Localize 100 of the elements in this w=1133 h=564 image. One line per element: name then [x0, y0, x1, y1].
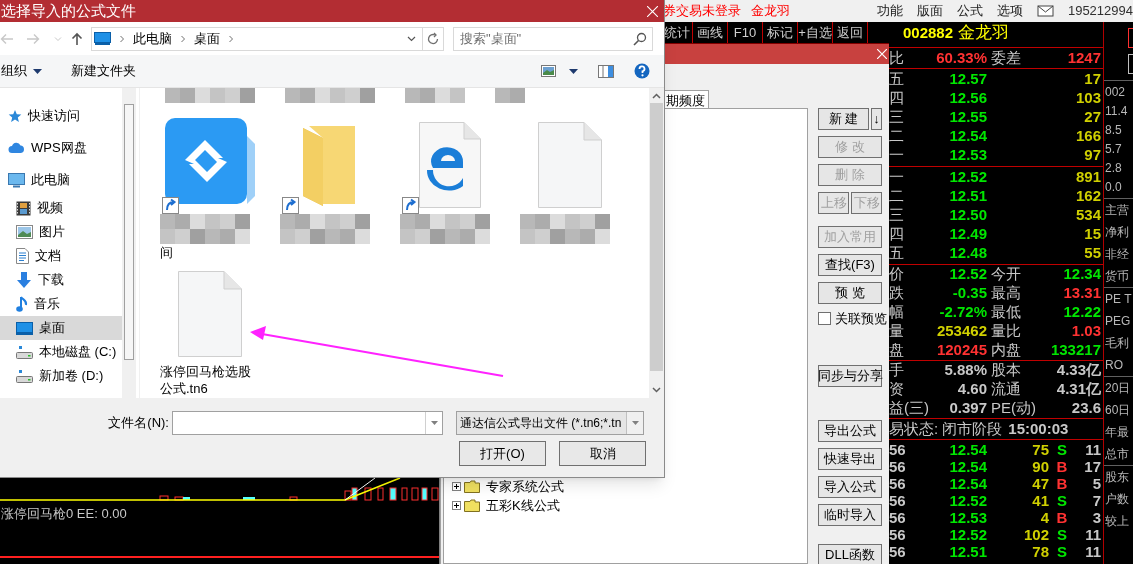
refresh-icon[interactable] [426, 31, 440, 46]
organize-button[interactable]: 组织 [0, 61, 42, 81]
nav-item[interactable]: 文档 [0, 244, 122, 268]
side-info-text: 户数 [1104, 491, 1130, 507]
side-info-text: 0.0 [1104, 179, 1123, 195]
file-type-dropdown[interactable]: 通达信公式导出文件 (*.tn6;*.tn [456, 411, 644, 435]
close-icon[interactable] [647, 5, 658, 17]
search-field[interactable]: 搜索"桌面" [453, 26, 653, 51]
menu-item[interactable]: 版面 [916, 1, 943, 21]
scrollbar-thumb[interactable] [124, 104, 134, 360]
volume-value: 103 [1075, 88, 1102, 109]
formula-button[interactable]: 预 览 [818, 282, 882, 304]
menu-item[interactable]: 功能 [876, 1, 903, 21]
toolbar-button[interactable]: 返回 [833, 22, 868, 43]
file-icon[interactable] [419, 122, 481, 208]
mail-icon[interactable] [1036, 5, 1054, 17]
volume-value: 27 [1084, 107, 1102, 128]
market-time: 15:00:03 [1008, 418, 1069, 439]
scrollbar[interactable] [649, 88, 664, 398]
dialog-button[interactable]: 取消 [559, 441, 646, 466]
tree-item[interactable]: 专家系统公式 [452, 477, 807, 496]
nav-item[interactable]: 此电脑 [0, 164, 122, 196]
nav-item[interactable]: 音乐 [0, 292, 122, 316]
volume-value: 15 [1084, 224, 1102, 245]
quote-label: 量比 [991, 321, 1021, 342]
quote-label: 流通 [991, 379, 1021, 400]
toolbar-button[interactable]: +自选 [798, 22, 833, 43]
side-info-text: 主营 [1104, 202, 1130, 218]
view-icon[interactable] [541, 65, 556, 77]
scrollbar-thumb[interactable] [650, 103, 663, 371]
quote-label: 三 [889, 205, 904, 226]
quote-label: 跌 [889, 283, 904, 304]
help-icon[interactable] [634, 63, 650, 79]
menu-item[interactable]: 公式 [956, 1, 983, 21]
close-icon[interactable] [877, 49, 887, 59]
account-number: 195212994 [1067, 2, 1133, 21]
quote-value: 0.397 [949, 398, 987, 419]
nav-item[interactable]: 下载 [0, 268, 122, 292]
file-name[interactable]: 涨停回马枪选股公式.tn6 [160, 363, 260, 397]
nav-item[interactable]: 新加卷 (D:) [0, 364, 122, 388]
expand-icon[interactable] [452, 501, 461, 510]
nav-item[interactable]: 快速访问 [0, 100, 122, 132]
side-info-text: 非经 [1104, 246, 1130, 262]
nav-item[interactable]: 视频 [0, 196, 122, 220]
file-name[interactable]: 间 [160, 244, 173, 261]
quote-label: 最低 [991, 302, 1021, 323]
quote-value: 12.34 [1063, 264, 1101, 285]
side-info-text: RO [1104, 357, 1124, 373]
drive-icon [16, 369, 33, 383]
checkbox[interactable] [818, 312, 831, 325]
breadcrumb-item[interactable]: 桌面 [194, 28, 220, 49]
stock-name: 金龙羽 [751, 2, 790, 21]
folder-icon [464, 480, 480, 493]
formula-button[interactable]: 查找(F3) [818, 254, 882, 276]
nav-item[interactable]: 桌面 [0, 316, 122, 340]
nav-item[interactable]: WPS网盘 [0, 132, 122, 164]
new-folder-button[interactable]: 新建文件夹 [71, 61, 136, 81]
download-icon [16, 271, 32, 289]
formula-button[interactable]: 临时导入 [818, 504, 882, 526]
formula-button[interactable]: 导出公式 [818, 420, 882, 442]
nav-item[interactable]: 本地磁盘 (C:) [0, 340, 122, 364]
chevron-down-icon[interactable] [407, 35, 416, 42]
toolbar-button[interactable]: 标记 [763, 22, 798, 43]
toolbar-button[interactable]: 画线 [693, 22, 728, 43]
quote-value: 23.6 [1071, 398, 1101, 419]
formula-button[interactable]: 导入公式 [818, 476, 882, 498]
scroll-up-icon[interactable] [652, 93, 661, 99]
caret-icon[interactable] [569, 68, 578, 74]
toolbar-button[interactable]: F10 [728, 22, 763, 43]
filename-field[interactable] [172, 411, 443, 435]
dialog-title: 选择导入的公式文件 [1, 0, 136, 21]
nav-item[interactable]: 图片 [0, 220, 122, 244]
up-arrow-icon[interactable] [71, 31, 83, 46]
side-info-text: 11.4 [1104, 103, 1129, 119]
formula-button[interactable]: DLL函数 [818, 544, 882, 564]
address-bar[interactable]: 此电脑 桌面 [91, 26, 444, 51]
quote-label: 五 [889, 69, 904, 90]
formula-button[interactable]: 同步与分享 [818, 365, 882, 387]
drive-icon [16, 345, 33, 359]
quote-label: 量 [889, 321, 904, 342]
quote-value: 120245 [936, 340, 987, 361]
breadcrumb-item[interactable]: 此电脑 [133, 28, 172, 49]
dialog-button[interactable]: 打开(O) [459, 441, 546, 466]
expand-icon[interactable] [452, 482, 461, 491]
search-icon[interactable] [633, 31, 647, 46]
quote-label: 五 [889, 243, 904, 264]
scroll-down-icon[interactable] [652, 387, 661, 393]
dropdown-button[interactable]: ↓ [871, 108, 882, 130]
price-value: 12.55 [949, 107, 987, 128]
preview-pane-icon[interactable] [598, 64, 614, 78]
quote-label: 益(三) [889, 398, 929, 419]
volume-value: 162 [1075, 186, 1102, 207]
tree-item[interactable]: 五彩K线公式 [452, 496, 807, 515]
volume-value: 97 [1084, 145, 1102, 166]
formula-button[interactable]: 快速导出 [818, 448, 882, 470]
menu-item[interactable]: 选项 [996, 1, 1023, 21]
quote-label: 委差 [991, 47, 1021, 68]
side-info-text: 60日 [1104, 402, 1132, 418]
new-button[interactable]: 新 建 [818, 108, 869, 130]
tab[interactable]: 期频度 [662, 90, 709, 108]
